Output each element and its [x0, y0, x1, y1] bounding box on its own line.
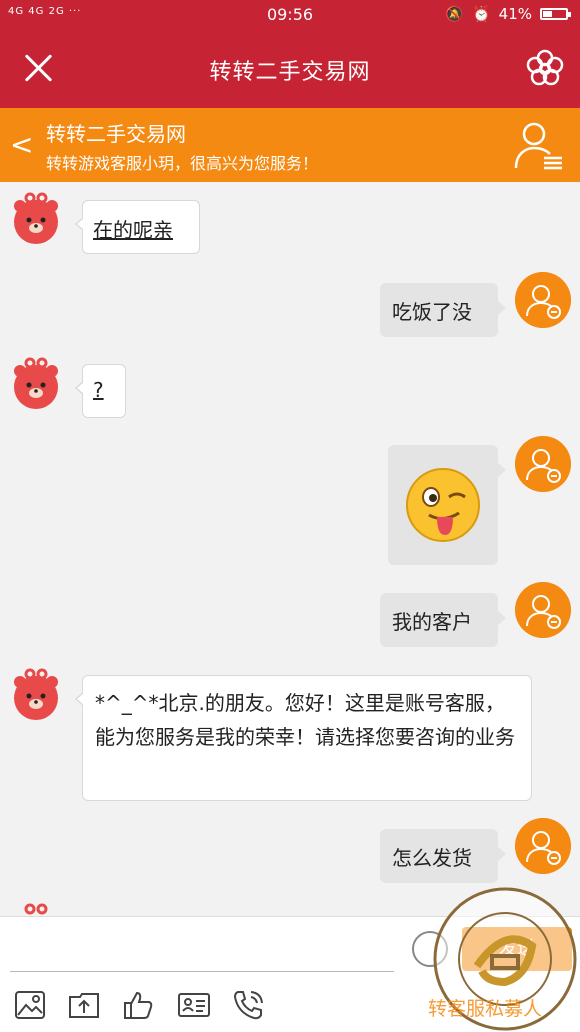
wink-tongue-emoji-icon	[406, 468, 480, 542]
title-bar: 转转二手交易网	[0, 30, 580, 108]
back-button[interactable]: <	[10, 128, 34, 161]
message-bubble: 在的呢亲	[75, 200, 200, 254]
message-text: 吃饭了没	[392, 300, 472, 324]
profile-icon[interactable]	[514, 120, 564, 172]
status-bar: 4G 4G 2G ··· 09:56 🔕 ⏰ 41%	[0, 0, 580, 30]
thumbs-up-icon[interactable]	[122, 989, 154, 1021]
phone-call-icon[interactable]	[232, 989, 264, 1021]
message-text: 我的客户	[392, 610, 472, 634]
battery-percent: 41%	[498, 5, 532, 23]
agent-avatar	[14, 357, 58, 409]
mute-icon: 🔕	[445, 5, 464, 23]
battery-icon	[540, 8, 571, 20]
message-text: *^_^*北京.的朋友。您好！这里是账号客服，能为您服务是我的荣幸！请选择您要咨…	[95, 691, 515, 749]
flower-icon[interactable]	[524, 48, 566, 90]
message-text: 在的呢亲	[93, 218, 173, 242]
user-avatar	[515, 436, 571, 492]
file-upload-icon[interactable]	[68, 989, 100, 1021]
agent-avatar	[14, 192, 58, 244]
chat-header: < 转转二手交易网 转转游戏客服小玥，很高兴为您服务！	[0, 108, 580, 182]
message-bubble: 我的客户	[380, 593, 506, 647]
user-avatar	[515, 272, 571, 328]
message-bubble: 吃饭了没	[380, 283, 506, 337]
message-bubble: 怎么发货	[380, 829, 506, 883]
emoji-bubble	[388, 445, 506, 565]
chat-subtitle: 转转游戏客服小玥，很高兴为您服务！	[46, 154, 319, 173]
agent-avatar	[14, 668, 58, 720]
user-avatar	[515, 818, 571, 874]
image-icon[interactable]	[14, 989, 46, 1021]
agent-avatar-partial	[24, 903, 48, 915]
contact-card-icon[interactable]	[178, 989, 210, 1021]
status-right: 🔕 ⏰ 41%	[445, 5, 571, 23]
user-avatar	[515, 582, 571, 638]
message-bubble: ?	[75, 364, 126, 418]
chat-name: 转转二手交易网	[46, 122, 186, 146]
message-text: 怎么发货	[392, 846, 472, 870]
message-text: ?	[93, 378, 104, 402]
message-bubble: *^_^*北京.的朋友。您好！这里是账号客服，能为您服务是我的荣幸！请选择您要咨…	[75, 675, 532, 801]
alarm-icon: ⏰	[471, 5, 491, 23]
message-input[interactable]	[10, 971, 394, 972]
watermark-text: 转客服私募人	[428, 998, 543, 1020]
page-title: 转转二手交易网	[209, 60, 371, 85]
